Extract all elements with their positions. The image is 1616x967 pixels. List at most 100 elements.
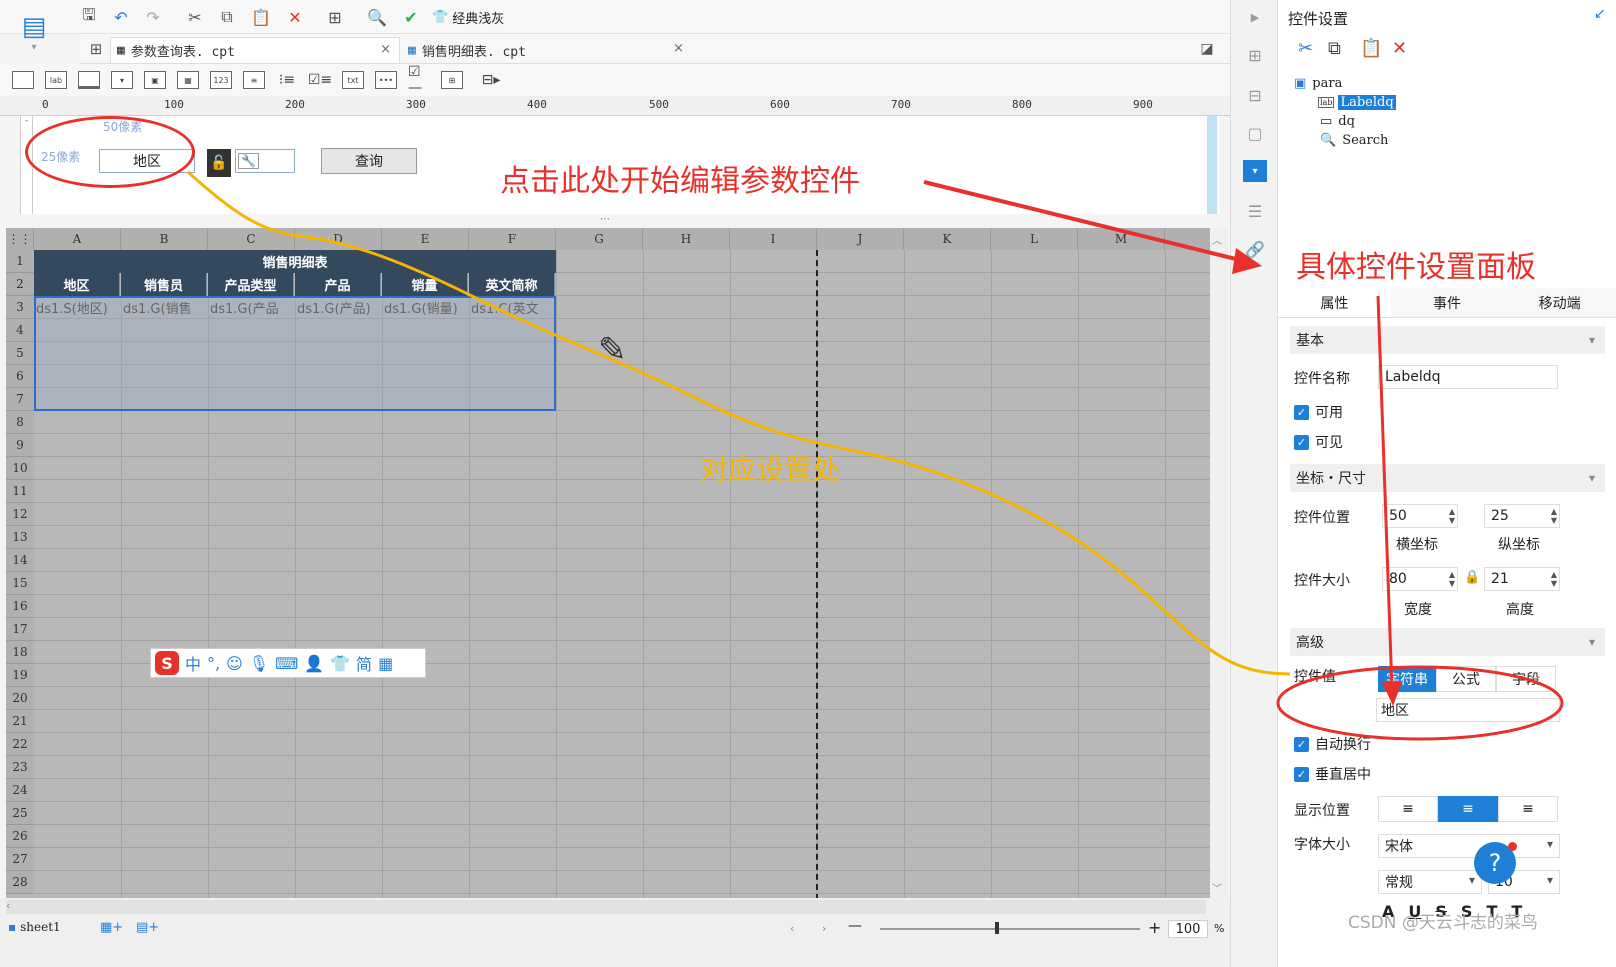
paste-icon[interactable]: 📋 [1360,38,1382,59]
tab-param-query[interactable]: ▦ 参数查询表. cpt × [110,37,400,63]
calendar-widget-icon[interactable]: ▦ [177,71,199,89]
tab-mobile[interactable]: 移动端 [1503,288,1616,317]
column-header[interactable]: I [730,228,817,250]
emoji-icon[interactable]: ☺ [226,654,243,673]
row-header[interactable]: 25 [6,802,34,825]
row-header[interactable]: 12 [6,503,34,526]
header-cell[interactable]: 销售员 [121,273,207,296]
grid-menu-icon[interactable]: ▦ [378,654,393,673]
expand-icon[interactable]: ▶ [1243,6,1267,28]
region-combo-widget[interactable]: 🔧 [235,149,295,173]
row-header[interactable]: 28 [6,871,34,894]
stepper-icon[interactable]: ▲ ▼ [1449,570,1455,588]
align-right-icon[interactable]: ≡ [1498,796,1558,822]
cell-attr-icon[interactable]: ▢ [1243,122,1267,144]
row-header[interactable]: 19 [6,664,34,687]
row-header[interactable]: 2 [6,273,34,296]
zoom-in-button[interactable]: + [1148,918,1161,937]
row-header[interactable]: 23 [6,756,34,779]
font-family-select[interactable]: 宋体 ▾ [1378,834,1560,858]
align-center-icon[interactable]: ≡ [1438,796,1498,822]
date-widget-icon[interactable]: ▣ [144,71,166,89]
data-cell[interactable]: ds1.C(英文 [469,296,556,319]
copy-icon[interactable]: ⧉ [1328,38,1341,59]
textbox-widget-icon[interactable] [12,71,34,89]
query-button[interactable]: 查询 [321,148,417,174]
vertical-center-checkbox[interactable]: ✓ 垂直居中 [1294,764,1371,784]
ime-punctuation[interactable]: °, [207,654,220,673]
row-header[interactable]: 22 [6,733,34,756]
cell-element-icon[interactable]: ⊟ [1243,84,1267,106]
section-advanced[interactable]: 高级 ▾ [1290,628,1605,656]
zoom-value[interactable]: 100 [1168,920,1208,938]
auto-wrap-checkbox[interactable]: ✓ 自动换行 [1294,734,1371,754]
column-header[interactable]: M [1078,228,1165,250]
column-header[interactable]: K [904,228,991,250]
tab-menu-icon[interactable]: ◪ [1196,38,1218,60]
radio-group-icon[interactable]: ⁝≡ [276,71,298,89]
tab-events[interactable]: 事件 [1391,288,1504,317]
section-basic[interactable]: 基本 ▾ [1290,326,1605,354]
ime-chinese-mode[interactable]: 中 [185,651,201,675]
row-header[interactable]: 4 [6,319,34,342]
zoom-out-button[interactable]: — [848,918,862,934]
widget-value-input[interactable]: 地区 [1376,698,1560,722]
label-widget-icon[interactable]: lab [45,71,67,89]
splitter-grip[interactable]: ⋯ [600,214,610,225]
enabled-checkbox[interactable]: ✓ 可用 [1294,402,1343,422]
prev-sheet-icon[interactable]: ‹ [790,922,794,935]
sheet-tab[interactable]: ▪ sheet1 [8,920,61,934]
row-header[interactable]: 1 [6,250,34,273]
header-cell[interactable]: 地区 [34,273,120,296]
cell-property-icon[interactable]: ⊞ [1243,44,1267,66]
header-cell[interactable]: 英文简称 [469,273,555,296]
scroll-left-icon[interactable]: ‹ [6,899,10,912]
tree-item-search[interactable]: 🔍 Search [1320,133,1396,148]
tab-sales-detail[interactable]: ▦ 销售明细表. cpt × [402,37,692,63]
add-sheet-icon[interactable]: ▦+ [100,920,123,935]
more-widgets-icon[interactable]: ⊟▸ [480,71,502,89]
horizontal-scrollbar[interactable]: ‹ [6,899,1206,914]
copy-icon[interactable]: ⧉ [216,6,238,28]
column-header[interactable]: H [643,228,730,250]
column-header[interactable]: B [121,228,208,250]
width-input[interactable]: 80 ▲ ▼ [1382,567,1458,591]
scroll-up-icon[interactable]: ︿ [1212,232,1222,247]
header-cell[interactable]: 产品类型 [208,273,294,296]
paste-icon[interactable]: 📋 [250,6,272,28]
preview-icon[interactable]: 🔍 [366,6,388,28]
tree-item-dq[interactable]: ▭ dq [1320,114,1396,129]
header-cell[interactable]: 销量 [382,273,468,296]
report-title-cell[interactable]: 销售明细表 [34,250,556,273]
corner-cell[interactable]: ⋮⋮ [6,228,34,250]
close-icon[interactable]: × [380,42,391,57]
section-position-size[interactable]: 坐标・尺寸 ▾ [1290,464,1605,492]
row-header[interactable]: 15 [6,572,34,595]
row-header[interactable]: 24 [6,779,34,802]
column-header[interactable]: F [469,228,556,250]
condition-icon[interactable]: ☰ [1243,200,1267,222]
row-header[interactable]: 3 [6,296,34,319]
widget-name-input[interactable]: Labeldq [1378,365,1558,389]
cut-icon[interactable]: ✂ [184,6,206,28]
height-input[interactable]: 21 ▲ ▼ [1484,567,1560,591]
stepper-icon[interactable]: ▲ ▼ [1551,570,1557,588]
spreadsheet[interactable]: ⋮⋮ ABCDEFGHIJKLM 1 2 3 4 5 6 7 8 9 10 11 12 13 14 15 16… [6,228,1228,898]
data-cell[interactable]: ds1.G(产品 [208,296,295,319]
check-icon[interactable]: ✔ [400,6,422,28]
row-header[interactable]: 6 [6,365,34,388]
row-header[interactable]: 21 [6,710,34,733]
column-header[interactable]: C [208,228,295,250]
report-menu-icon[interactable]: ▤ ▾ [14,4,54,60]
data-cell[interactable]: ds1.S(地区) [34,296,121,319]
visible-checkbox[interactable]: ✓ 可见 [1294,432,1343,452]
hyperlink-icon[interactable]: 🔗 [1243,238,1267,260]
textarea-widget-icon[interactable]: ≡ [243,71,265,89]
number-widget-icon[interactable]: 123 [210,71,232,89]
cut-icon[interactable]: ✂ [1298,38,1313,59]
ime-toolbar[interactable]: S 中 °, ☺ 🎙 ⌨ 👤 👕 简 ▦ [150,648,426,678]
save-icon[interactable]: 🖫 [78,5,100,28]
lock-icon[interactable]: 🔓 [207,149,231,177]
delete-icon[interactable]: ✕ [1392,38,1407,59]
column-header[interactable]: L [991,228,1078,250]
